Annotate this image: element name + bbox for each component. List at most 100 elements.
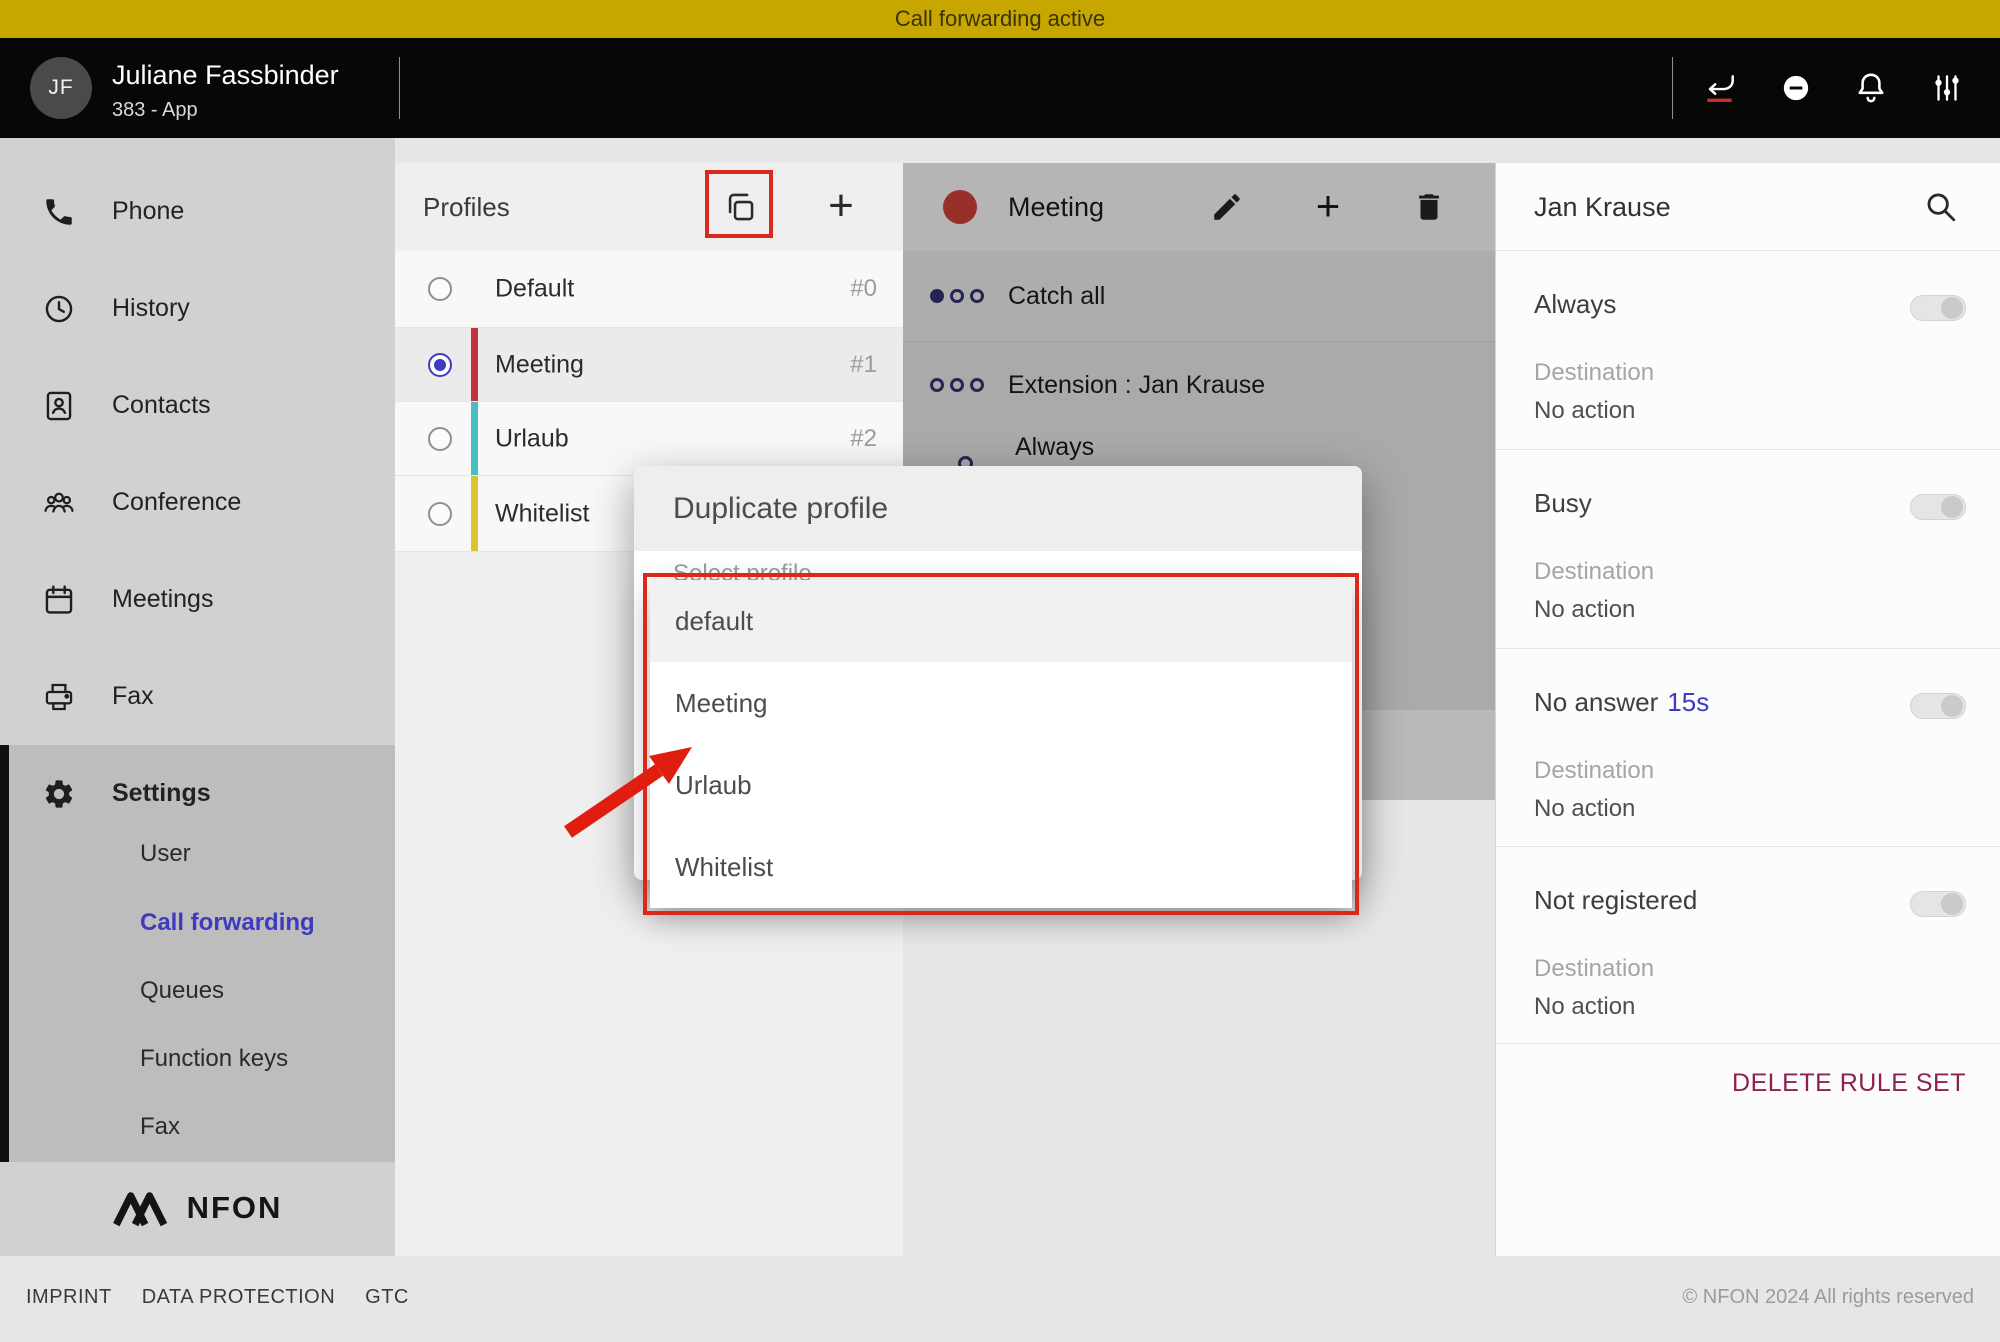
rule-section-always: Always Destination No action <box>1496 251 2000 450</box>
sidebar: Phone History Contacts Conference Meetin… <box>0 138 395 1256</box>
radio-button[interactable] <box>428 502 452 526</box>
header-divider <box>399 57 400 119</box>
gear-icon <box>42 777 76 811</box>
notifications-icon[interactable] <box>1853 70 1889 106</box>
banner-text: Call forwarding active <box>895 6 1105 32</box>
destination-label: Destination <box>1534 955 1654 983</box>
user-extension: 383 - App <box>112 99 198 122</box>
audio-settings-icon[interactable] <box>1929 70 1965 106</box>
modal-title: Duplicate profile <box>673 466 888 551</box>
add-profile-icon[interactable]: + <box>819 181 863 233</box>
sidebar-subitem-fax[interactable]: Fax <box>0 1092 395 1161</box>
radio-button[interactable] <box>428 353 452 377</box>
destination-label: Destination <box>1534 757 1654 785</box>
user-name: Juliane Fassbinder <box>112 60 339 91</box>
sidebar-subitem-user[interactable]: User <box>0 819 395 888</box>
contacts-icon <box>42 389 76 423</box>
sidebar-label: Fax <box>112 682 154 711</box>
radio-button[interactable] <box>428 427 452 451</box>
call-forward-icon[interactable] <box>1702 70 1738 106</box>
detail-title: Jan Krause <box>1534 163 1671 251</box>
destination-value: No action <box>1534 397 1635 425</box>
footer-link-imprint[interactable]: IMPRINT <box>26 1286 112 1309</box>
header-divider <box>1672 57 1673 119</box>
footer: IMPRINT DATA PROTECTION GTC © NFON 2024 … <box>0 1256 2000 1342</box>
sidebar-item-phone[interactable]: Phone <box>0 163 395 260</box>
calendar-icon <box>42 583 76 617</box>
profile-number: #0 <box>850 275 877 303</box>
profile-number: #2 <box>850 425 877 453</box>
modal-header: Duplicate profile <box>634 466 1362 551</box>
duplicate-profile-icon[interactable] <box>723 190 757 224</box>
profile-select-dropdown: default Meeting Urlaub Whitelist <box>650 580 1352 908</box>
nfon-logo-mark <box>113 1189 175 1227</box>
profile-row-default[interactable]: Default #0 <box>395 251 903 328</box>
radio-button[interactable] <box>428 277 452 301</box>
timeout-link[interactable]: 15s <box>1667 687 1709 717</box>
sidebar-item-conference[interactable]: Conference <box>0 454 395 551</box>
app-window: Call forwarding active JF Juliane Fassbi… <box>0 0 2000 1342</box>
dropdown-option-default[interactable]: default <box>650 580 1352 662</box>
profile-name: Whitelist <box>495 499 589 528</box>
rule-condition-label: Always <box>1534 289 1625 320</box>
sidebar-subitem-function-keys[interactable]: Function keys <box>0 1024 395 1093</box>
profile-color-bar <box>471 476 478 551</box>
profile-row-meeting[interactable]: Meeting #1 <box>395 328 903 402</box>
detail-header: Jan Krause <box>1496 163 2000 251</box>
phone-icon <box>42 195 76 229</box>
sidebar-item-contacts[interactable]: Contacts <box>0 357 395 454</box>
destination-value: No action <box>1534 993 1635 1021</box>
rule-section-no-answer: No answer15s Destination No action <box>1496 649 2000 847</box>
sidebar-item-history[interactable]: History <box>0 260 395 357</box>
rule-condition-label: Busy <box>1534 488 1601 519</box>
sidebar-label: Phone <box>112 197 184 226</box>
toggle-switch[interactable] <box>1910 494 1966 520</box>
nfon-logo-text: NFON <box>187 1190 283 1226</box>
profile-name: Default <box>495 275 574 304</box>
copyright-text: © NFON 2024 All rights reserved <box>1682 1286 1974 1309</box>
footer-link-gtc[interactable]: GTC <box>365 1286 409 1309</box>
delete-rule-set-button[interactable]: DELETE RULE SET <box>1732 1069 1966 1098</box>
rule-section-not-registered: Not registered Destination No action <box>1496 847 2000 1044</box>
sidebar-label: Settings <box>112 779 211 808</box>
sidebar-label: Meetings <box>112 585 213 614</box>
settings-section: Settings User Call forwarding Queues Fun… <box>0 745 395 1162</box>
profile-color-bar <box>471 402 478 475</box>
sidebar-subitem-call-forwarding[interactable]: Call forwarding <box>0 888 395 957</box>
profiles-title: Profiles <box>423 163 510 251</box>
sidebar-label: History <box>112 294 190 323</box>
destination-value: No action <box>1534 596 1635 624</box>
rule-condition-label: Not registered <box>1534 885 1706 916</box>
toggle-switch[interactable] <box>1910 295 1966 321</box>
call-forwarding-banner: Call forwarding active <box>0 0 2000 38</box>
sidebar-label: Contacts <box>112 391 211 420</box>
fax-icon <box>42 680 76 714</box>
toggle-switch[interactable] <box>1910 891 1966 917</box>
dropdown-option-meeting[interactable]: Meeting <box>650 662 1352 744</box>
conference-icon <box>42 486 76 520</box>
avatar[interactable]: JF <box>30 57 92 119</box>
sidebar-item-meetings[interactable]: Meetings <box>0 551 395 648</box>
destination-value: No action <box>1534 795 1635 823</box>
destination-label: Destination <box>1534 359 1654 387</box>
footer-links: IMPRINT DATA PROTECTION GTC <box>26 1286 409 1309</box>
sidebar-item-fax[interactable]: Fax <box>0 648 395 745</box>
footer-link-data-protection[interactable]: DATA PROTECTION <box>142 1286 335 1309</box>
rule-detail-panel: Jan Krause Always Destination No action … <box>1496 163 2000 1256</box>
dropdown-option-whitelist[interactable]: Whitelist <box>650 826 1352 908</box>
top-header: JF Juliane Fassbinder 383 - App <box>0 38 2000 138</box>
sidebar-subitem-queues[interactable]: Queues <box>0 956 395 1025</box>
profile-row-urlaub[interactable]: Urlaub #2 <box>395 402 903 476</box>
profile-name: Urlaub <box>495 424 569 453</box>
profile-color-bar <box>471 328 478 401</box>
profile-number: #1 <box>850 351 877 379</box>
history-icon <box>42 292 76 326</box>
toggle-switch[interactable] <box>1910 693 1966 719</box>
dropdown-option-urlaub[interactable]: Urlaub <box>650 744 1352 826</box>
do-not-disturb-icon[interactable] <box>1778 70 1814 106</box>
rule-section-busy: Busy Destination No action <box>1496 450 2000 649</box>
nfon-logo: NFON <box>0 1173 395 1243</box>
profile-name: Meeting <box>495 350 584 379</box>
destination-label: Destination <box>1534 558 1654 586</box>
search-icon[interactable] <box>1924 190 1958 224</box>
